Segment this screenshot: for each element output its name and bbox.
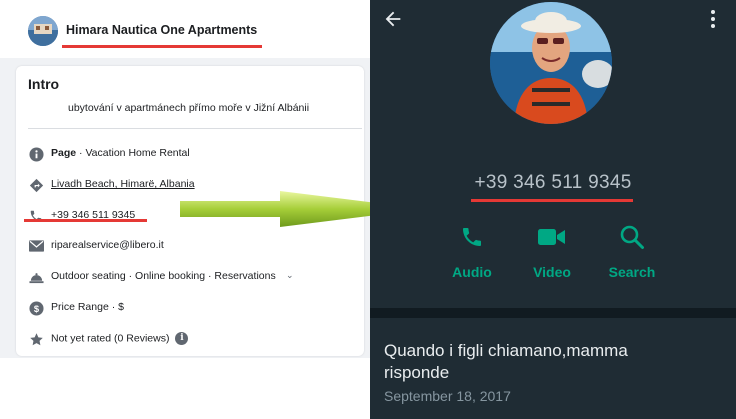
page-header: Himara Nautica One Apartments: [0, 8, 370, 59]
audio-call-button[interactable]: Audio: [437, 222, 507, 280]
category-label: Page: [51, 147, 77, 159]
chevron-down-icon[interactable]: ⌄: [286, 270, 294, 281]
back-arrow-icon[interactable]: [382, 8, 404, 30]
intro-title: Intro: [28, 76, 60, 92]
svg-text:$: $: [33, 303, 39, 313]
search-label: Search: [608, 264, 656, 280]
detail-row-price: $ Price Range · $: [28, 298, 358, 318]
envelope-icon: [28, 238, 44, 254]
section-divider: [370, 308, 736, 318]
video-icon: [538, 229, 565, 245]
divider: [28, 128, 362, 129]
about-section: Quando i figli chiamano,mamma risponde S…: [370, 318, 736, 419]
rating-text: Not yet rated (0 Reviews): [51, 332, 170, 345]
email-address[interactable]: riparealservice@libero.it: [51, 239, 164, 251]
search-icon: [620, 225, 644, 249]
page-title[interactable]: Himara Nautica One Apartments: [66, 23, 257, 37]
services-text: Outdoor seating · Online booking · Reser…: [51, 270, 276, 282]
info-icon: [28, 146, 44, 162]
title-highlight-underline: [62, 45, 262, 48]
whatsapp-contact-panel: +39 346 511 9345 Audio Video Search Quan…: [370, 0, 736, 419]
price-range-text: Price Range · $: [51, 301, 124, 313]
service-bell-icon: [28, 269, 44, 285]
phone-highlight-underline: [471, 199, 633, 202]
intro-description: ubytování v apartmánech přímo moře v Již…: [68, 102, 310, 114]
more-options-icon[interactable]: [706, 8, 720, 30]
search-button[interactable]: Search: [597, 222, 667, 280]
video-call-button[interactable]: Video: [517, 222, 587, 280]
contact-header: +39 346 511 9345 Audio Video Search: [370, 0, 736, 318]
category-value: · Vacation Home Rental: [76, 147, 190, 159]
rating-info-icon[interactable]: i: [175, 332, 189, 345]
about-text: Quando i figli chiamano,mamma risponde: [384, 341, 628, 382]
detail-row-category: Page · Vacation Home Rental: [28, 144, 358, 164]
about-date: September 18, 2017: [384, 388, 511, 404]
video-label: Video: [533, 264, 571, 280]
detail-row-services: Outdoor seating · Online booking · Reser…: [28, 267, 358, 287]
page-avatar[interactable]: [28, 16, 58, 46]
phone-highlight-underline: [24, 219, 147, 222]
address-link[interactable]: Livadh Beach, Himarë, Albania: [51, 178, 195, 190]
directions-icon: [28, 177, 44, 193]
contact-phone-number[interactable]: +39 346 511 9345: [370, 172, 736, 194]
star-icon: [28, 331, 44, 347]
detail-row-rating: Not yet rated (0 Reviews) i: [28, 329, 358, 349]
price-tag-icon: $: [28, 300, 44, 316]
detail-row-email: riparealservice@libero.it: [28, 236, 358, 256]
phone-icon: [463, 228, 481, 246]
contact-profile-photo[interactable]: [490, 2, 612, 124]
audio-label: Audio: [452, 264, 492, 280]
contact-actions: Audio Video Search: [370, 222, 736, 292]
